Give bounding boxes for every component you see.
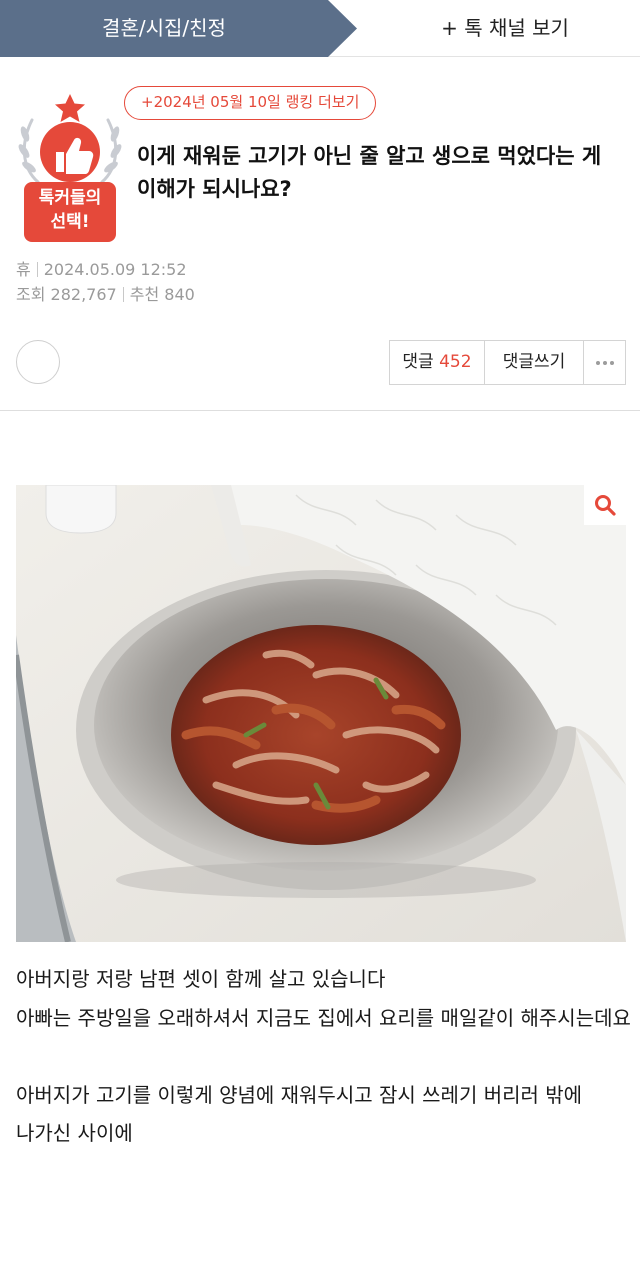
post-content: 아버지랑 저랑 남편 셋이 함께 살고 있습니다 아빠는 주방일을 오래하셔서 …	[16, 960, 631, 1153]
top-bar: 결혼/시집/친정 + 톡 채널 보기	[0, 0, 640, 57]
meta-divider	[122, 287, 124, 302]
content-line: 아버지가 고기를 이렇게 양념에 재워두시고 잠시 쓰레기 버리러 밖에 나가신…	[16, 1082, 583, 1146]
recommend-label: 추천	[129, 285, 160, 304]
content-line: 아버지랑 저랑 남편 셋이 함께 살고 있습니다	[16, 967, 386, 991]
zoom-button[interactable]	[584, 485, 626, 525]
content-line: 아빠는 주방일을 오래하셔서 지금도 집에서 요리를 매일같이 해주시는데요	[16, 1005, 631, 1030]
category-tab[interactable]: 결혼/시집/친정	[0, 0, 357, 57]
post-meta-stats: 조회 282,767 추천 840	[16, 281, 195, 305]
post-meta-author-date: 휴 2024.05.09 12:52	[16, 256, 187, 280]
comments-button[interactable]: 댓글 452	[390, 341, 485, 384]
star-icon	[55, 94, 85, 122]
badge-line-1: 톡커들의	[38, 188, 102, 208]
author-name[interactable]: 휴	[16, 260, 31, 279]
badge-line-2: 선택!	[50, 212, 90, 232]
comments-count: 452	[439, 352, 472, 372]
recommend-count: 840	[164, 285, 195, 304]
post-datetime: 2024.05.09 12:52	[43, 260, 187, 279]
meta-divider	[36, 262, 38, 277]
more-options-button[interactable]	[584, 341, 625, 384]
post-actions: 댓글 452 댓글쓰기	[389, 340, 626, 385]
section-divider	[0, 410, 640, 411]
post-photo[interactable]	[16, 485, 626, 942]
comments-label: 댓글	[402, 352, 434, 372]
talkers-choice-badge: 톡커들의 선택!	[16, 94, 124, 244]
avatar[interactable]	[16, 340, 60, 384]
more-dots-icon	[584, 341, 625, 384]
views-count: 282,767	[50, 285, 117, 304]
views-label: 조회	[16, 285, 46, 304]
ranking-more-link[interactable]: +2024년 05월 10일 랭킹 더보기	[124, 86, 377, 120]
view-channel-link[interactable]: + 톡 채널 보기	[380, 0, 630, 57]
magnifier-icon	[595, 495, 616, 516]
write-comment-button[interactable]: 댓글쓰기	[485, 341, 584, 384]
post-title: 이게 재워둔 고기가 아닌 줄 알고 생으로 먹었다는 게 이해가 되시나요?	[137, 144, 602, 201]
category-label: 결혼/시집/친정	[102, 16, 226, 40]
food-photo-illustration	[16, 485, 626, 942]
